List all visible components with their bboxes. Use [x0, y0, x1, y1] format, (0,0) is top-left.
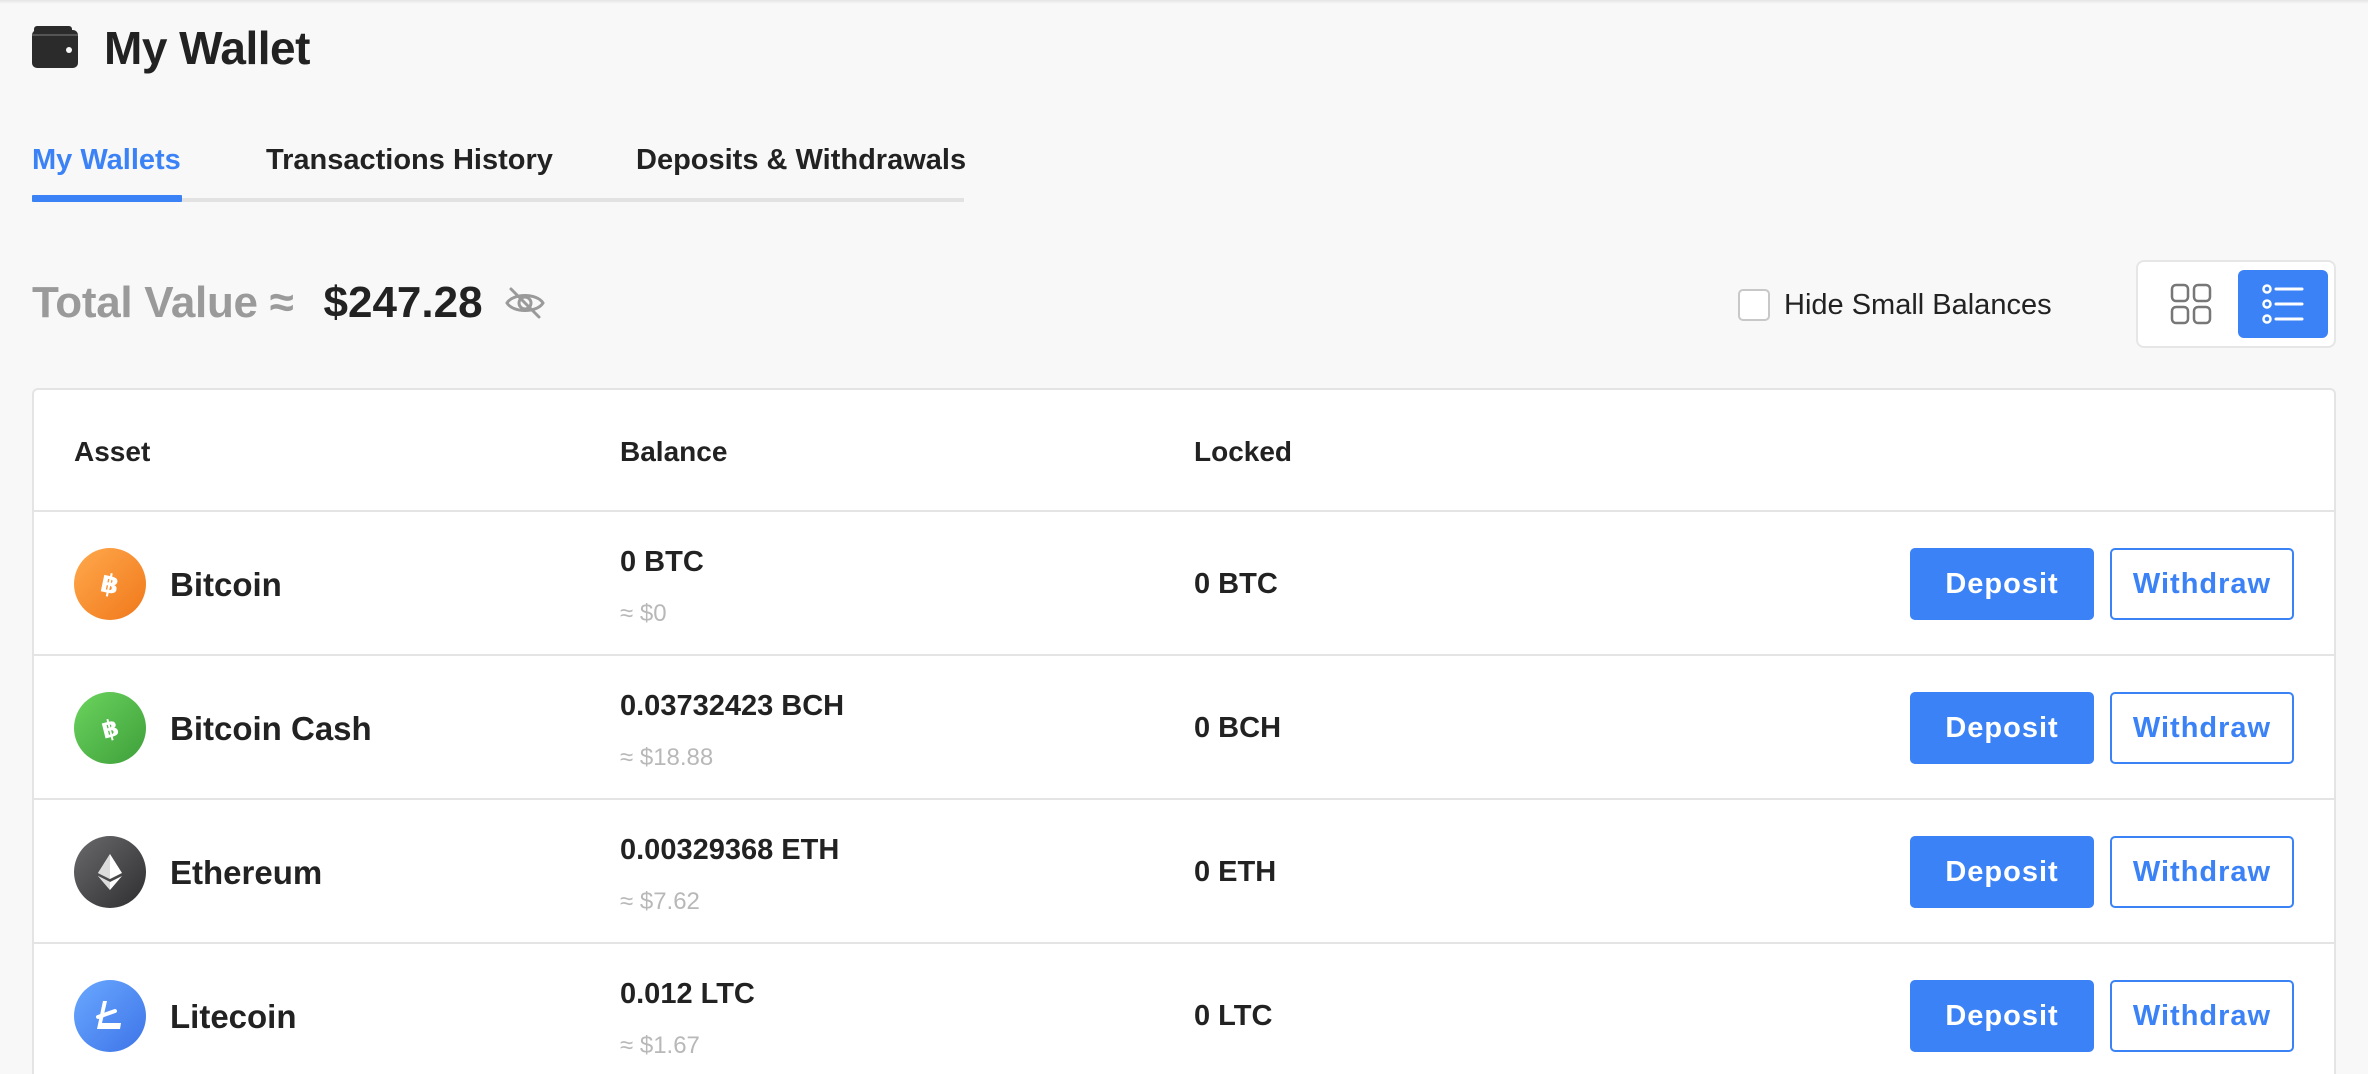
balance-usd: ≈ $18.88: [620, 744, 714, 771]
asset-name: Ethereum: [170, 854, 323, 891]
grid-view-icon: [2170, 283, 2212, 325]
hide-small-balances-checkbox[interactable]: [1738, 289, 1770, 321]
withdraw-button[interactable]: Withdraw: [2110, 980, 2294, 1052]
total-value-summary: Total Value ≈ $247.28: [32, 268, 547, 338]
litecoin-icon: [74, 980, 146, 1052]
svg-text:฿: ฿: [98, 568, 122, 601]
table-row: ฿ Bitcoin Cash 0.03732423 BCH ≈ $18.88 0…: [34, 656, 2334, 800]
deposit-button[interactable]: Deposit: [1910, 980, 2094, 1052]
balance-amount: 0.012 LTC: [620, 978, 755, 1010]
withdraw-button[interactable]: Withdraw: [2110, 836, 2294, 908]
deposit-button[interactable]: Deposit: [1910, 836, 2094, 908]
total-value-label: Total Value ≈: [32, 278, 294, 327]
list-view-button[interactable]: [2238, 270, 2328, 338]
page-title: My Wallet: [104, 22, 310, 74]
tab-my-wallets[interactable]: My Wallets: [32, 144, 181, 177]
column-header-balance: Balance: [620, 436, 728, 467]
locked-amount: 0 LTC: [1194, 1000, 1273, 1032]
tab-deposits-withdrawals[interactable]: Deposits & Withdrawals: [636, 144, 966, 177]
balance-usd: ≈ $7.62: [620, 888, 700, 915]
table-row: Litecoin 0.012 LTC ≈ $1.67 0 LTC Deposit…: [34, 944, 2334, 1074]
balance-amount: 0 BTC: [620, 546, 704, 578]
view-toggle: [2136, 260, 2336, 348]
list-view-icon: [2262, 284, 2304, 324]
withdraw-button[interactable]: Withdraw: [2110, 692, 2294, 764]
active-tab-indicator: [32, 195, 182, 202]
hide-small-balances-label: Hide Small Balances: [1784, 288, 2052, 321]
wallets-table: Asset Balance Locked ฿ Bitcoin 0 BTC ≈ $…: [32, 388, 2336, 1074]
ethereum-icon: [74, 836, 146, 908]
wallet-tabs: My Wallets Transactions History Deposits…: [32, 138, 966, 202]
locked-amount: 0 ETH: [1194, 856, 1277, 888]
withdraw-button[interactable]: Withdraw: [2110, 548, 2294, 620]
table-header: Asset Balance Locked: [34, 390, 2334, 512]
balance-usd: ≈ $0: [620, 600, 667, 627]
wallet-icon: [32, 26, 78, 68]
column-header-locked: Locked: [1194, 436, 1293, 467]
grid-view-button[interactable]: [2146, 270, 2236, 338]
balance-usd: ≈ $1.67: [620, 1032, 700, 1059]
svg-text:฿: ฿: [99, 713, 122, 744]
hide-small-balances[interactable]: Hide Small Balances: [1738, 284, 2052, 326]
balance-amount: 0.03732423 BCH: [620, 690, 845, 722]
asset-name: Litecoin: [170, 998, 297, 1035]
table-row: ฿ Bitcoin 0 BTC ≈ $0 0 BTC Deposit Withd…: [34, 512, 2334, 656]
bitcoin-icon: ฿: [74, 548, 146, 620]
total-value-amount: $247.28: [323, 278, 483, 327]
locked-amount: 0 BTC: [1194, 568, 1278, 600]
asset-name: Bitcoin: [170, 566, 282, 603]
bitcoin-cash-icon: ฿: [74, 692, 146, 764]
asset-name: Bitcoin Cash: [170, 710, 372, 747]
top-shadow: [0, 0, 2368, 4]
eye-slash-icon[interactable]: [503, 281, 547, 325]
page-header: My Wallet: [32, 18, 310, 78]
deposit-button[interactable]: Deposit: [1910, 692, 2094, 764]
column-header-asset: Asset: [74, 436, 151, 467]
table-row: Ethereum 0.00329368 ETH ≈ $7.62 0 ETH De…: [34, 800, 2334, 944]
locked-amount: 0 BCH: [1194, 712, 1282, 744]
balance-amount: 0.00329368 ETH: [620, 834, 840, 866]
deposit-button[interactable]: Deposit: [1910, 548, 2094, 620]
tab-transactions-history[interactable]: Transactions History: [266, 144, 553, 177]
